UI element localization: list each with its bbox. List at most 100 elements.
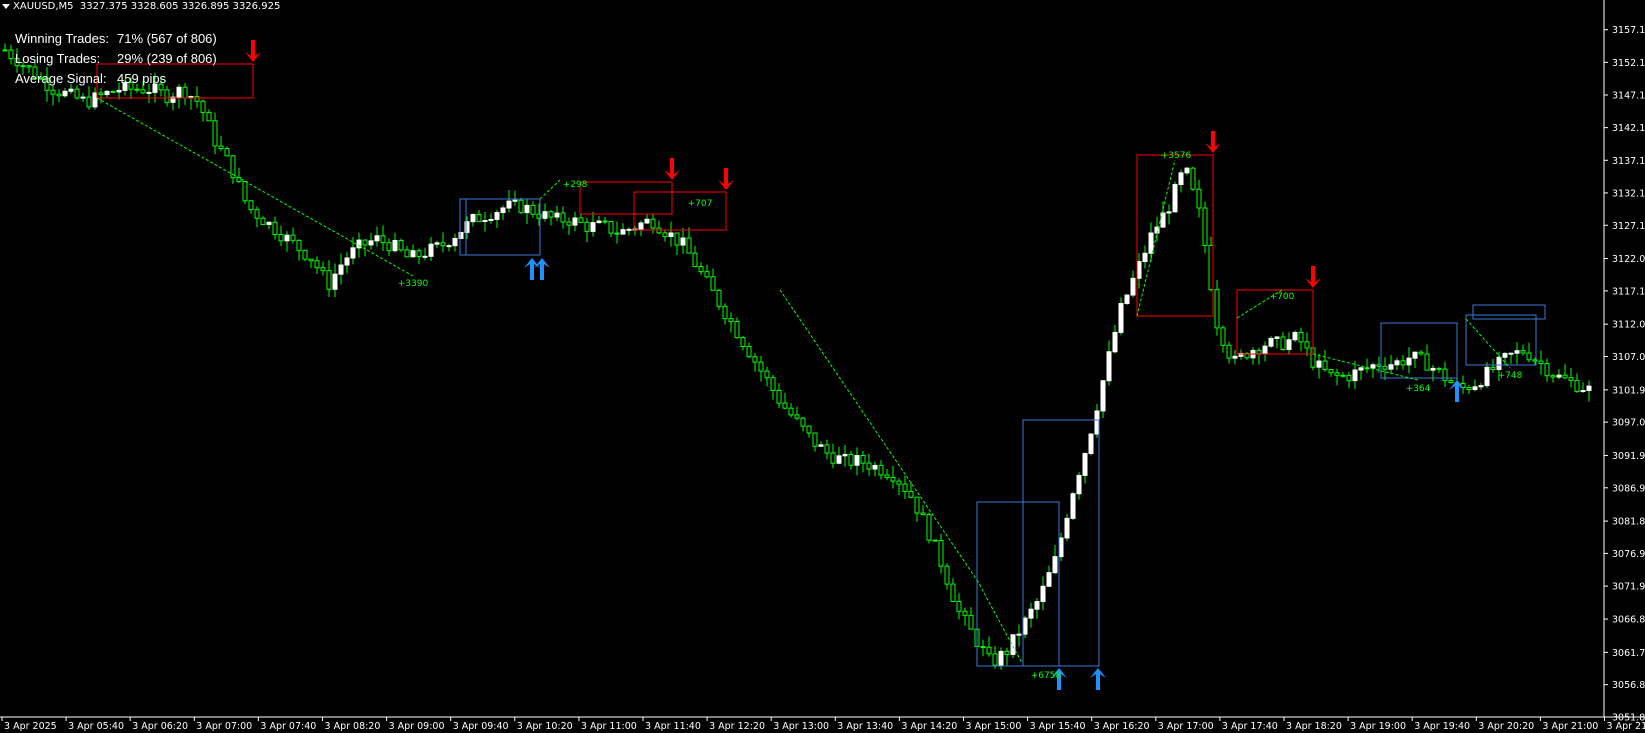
candle-body — [824, 444, 830, 454]
x-tick-label: 3 Apr 12:20 — [709, 721, 765, 732]
candle-body — [1496, 356, 1502, 370]
dropdown-triangle-icon[interactable] — [2, 3, 10, 9]
candle-body — [1502, 352, 1508, 358]
x-tick-label: 3 Apr 09:00 — [389, 721, 445, 732]
y-tick-label: 3147.100 — [1612, 90, 1645, 101]
candle-body — [782, 402, 788, 409]
chart-header: XAUUSD,M5 3327.375 3328.605 3326.895 332… — [2, 1, 280, 12]
sell-arrow-icon — [664, 158, 680, 180]
x-tick-label: 3 Apr 17:00 — [1158, 721, 1214, 732]
candle-body — [1046, 572, 1052, 587]
candle-body — [452, 237, 458, 247]
time-axis: 3 Apr 2025 3 Apr 05:40 3 Apr 06:20 3 Apr 07… — [1, 717, 1645, 732]
candle-body — [1088, 433, 1094, 455]
x-tick-label: 3 Apr 13:40 — [837, 721, 893, 732]
candle-body — [1334, 372, 1340, 376]
candle-body — [1472, 386, 1478, 391]
sell-signal-box — [579, 181, 673, 215]
candle-body — [1430, 367, 1436, 371]
candle-body — [326, 270, 332, 290]
winning-trades-value: 71% (567 of 806) — [117, 31, 217, 46]
candle-body — [506, 200, 512, 209]
x-tick-label: 3 Apr 18:20 — [1286, 721, 1342, 732]
profit-trace-line — [976, 579, 1023, 664]
candle-body — [524, 204, 530, 214]
candle-body — [1484, 366, 1490, 387]
quotes-label: 3327.375 3328.605 3326.895 3326.925 — [79, 1, 281, 12]
candle-body — [416, 250, 422, 257]
candle-body — [1040, 585, 1046, 603]
candle-body — [668, 232, 674, 238]
candle-body — [626, 228, 632, 231]
candles-layer — [2, 43, 1592, 670]
candle-body — [8, 49, 14, 59]
sell-signal-box — [1136, 154, 1214, 317]
candle-body — [1136, 261, 1142, 279]
candle-body — [836, 455, 842, 464]
y-tick-label: 3112.000 — [1612, 320, 1645, 331]
candle-body — [890, 476, 896, 482]
candle-body — [1160, 212, 1166, 228]
candle-body — [476, 214, 482, 223]
candle-body — [788, 407, 794, 416]
candle-body — [1064, 517, 1070, 539]
price-chart[interactable]: +3390 +298 +707 +6758 +3576 +700 +364 +748 3157… — [0, 0, 1645, 733]
candle-body — [1574, 379, 1580, 392]
candle-body — [1400, 360, 1406, 366]
buy-arrow-icon — [524, 258, 540, 280]
candle-body — [800, 417, 806, 427]
candle-body — [434, 242, 440, 245]
candle-body — [1466, 387, 1472, 391]
buy-arrow-icon — [1090, 668, 1106, 690]
candle-body — [1022, 617, 1028, 635]
candle-body — [1016, 633, 1022, 636]
candle-body — [1178, 172, 1184, 186]
candle-body — [494, 212, 500, 221]
candle-body — [842, 453, 848, 457]
candle-body — [758, 361, 764, 372]
profit-trace-line — [539, 179, 561, 200]
candle-body — [722, 305, 728, 320]
candle-body — [572, 217, 578, 226]
candle-body — [734, 321, 740, 339]
candle-body — [902, 483, 908, 492]
candle-body — [488, 219, 494, 222]
candle-body — [92, 92, 98, 108]
candle-body — [602, 220, 608, 223]
candle-body — [1514, 350, 1520, 354]
candle-body — [1490, 366, 1496, 370]
candle-body — [56, 93, 62, 97]
candle-body — [74, 88, 80, 99]
candle-body — [1346, 374, 1352, 382]
candle-body — [962, 610, 968, 616]
candle-body — [1586, 385, 1592, 392]
candle-body — [548, 211, 554, 218]
candle-body — [1382, 365, 1388, 370]
candle-body — [1106, 351, 1112, 382]
candle-body — [764, 370, 770, 379]
x-tick-label: 3 Apr 13:00 — [773, 721, 829, 732]
candle-body — [80, 96, 86, 99]
y-tick-label: 3076.900 — [1612, 549, 1645, 560]
candle-body — [320, 267, 326, 272]
candle-body — [932, 539, 938, 542]
candle-body — [1028, 608, 1034, 619]
candle-body — [686, 237, 692, 254]
candle-body — [620, 229, 626, 235]
y-tick-label: 3107.050 — [1612, 352, 1645, 363]
profit-label: +6758 — [1031, 671, 1062, 681]
candle-body — [560, 212, 566, 223]
candle-body — [398, 239, 404, 251]
candle-body — [350, 247, 356, 259]
candle-body — [1010, 634, 1016, 655]
candle-body — [554, 212, 560, 218]
candle-body — [944, 565, 950, 585]
x-tick-label: 3 Apr 17:40 — [1222, 721, 1278, 732]
candle-body — [338, 264, 344, 275]
x-tick-label: 3 Apr 07:40 — [260, 721, 316, 732]
candle-body — [872, 464, 878, 470]
x-tick-label: 3 Apr 05:40 — [68, 721, 124, 732]
y-tick-label: 3081.850 — [1612, 517, 1645, 528]
candle-body — [242, 180, 248, 202]
candle-body — [692, 252, 698, 268]
